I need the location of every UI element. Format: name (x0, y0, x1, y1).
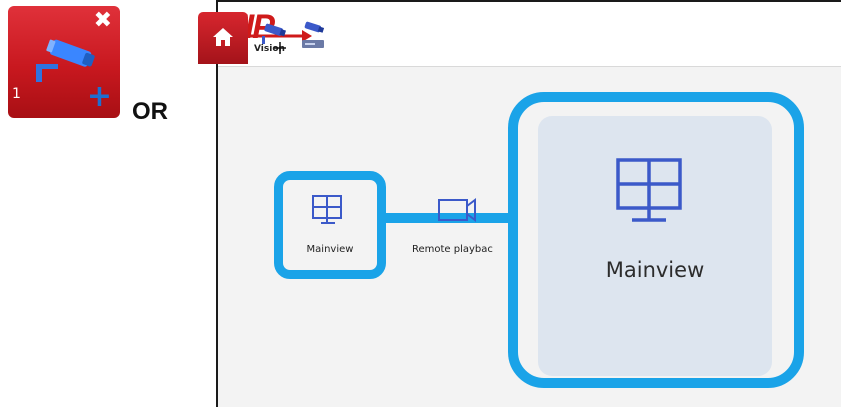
mainview-grid-icon[interactable] (310, 193, 346, 229)
plus-icon[interactable]: + (87, 82, 112, 112)
tile-number: 1 (12, 86, 21, 102)
mainview-large-label: Mainview (605, 258, 705, 282)
mainview-large-grid-icon (616, 158, 682, 222)
close-icon[interactable]: ✖ (94, 8, 112, 33)
add-camera-tile[interactable]: ✖ 1 + (8, 6, 120, 118)
home-tab[interactable] (198, 12, 248, 64)
mainview-large-tile[interactable] (538, 116, 772, 376)
or-separator: OR (132, 98, 168, 125)
remote-playback-label[interactable]: Remote playbac (412, 244, 493, 255)
camera-dvr-icon[interactable] (296, 18, 330, 58)
home-icon (213, 28, 233, 46)
remote-playback-icon[interactable] (437, 196, 477, 224)
mainview-small-label[interactable]: Mainview (280, 244, 380, 255)
add-camera-icon[interactable] (258, 18, 292, 58)
